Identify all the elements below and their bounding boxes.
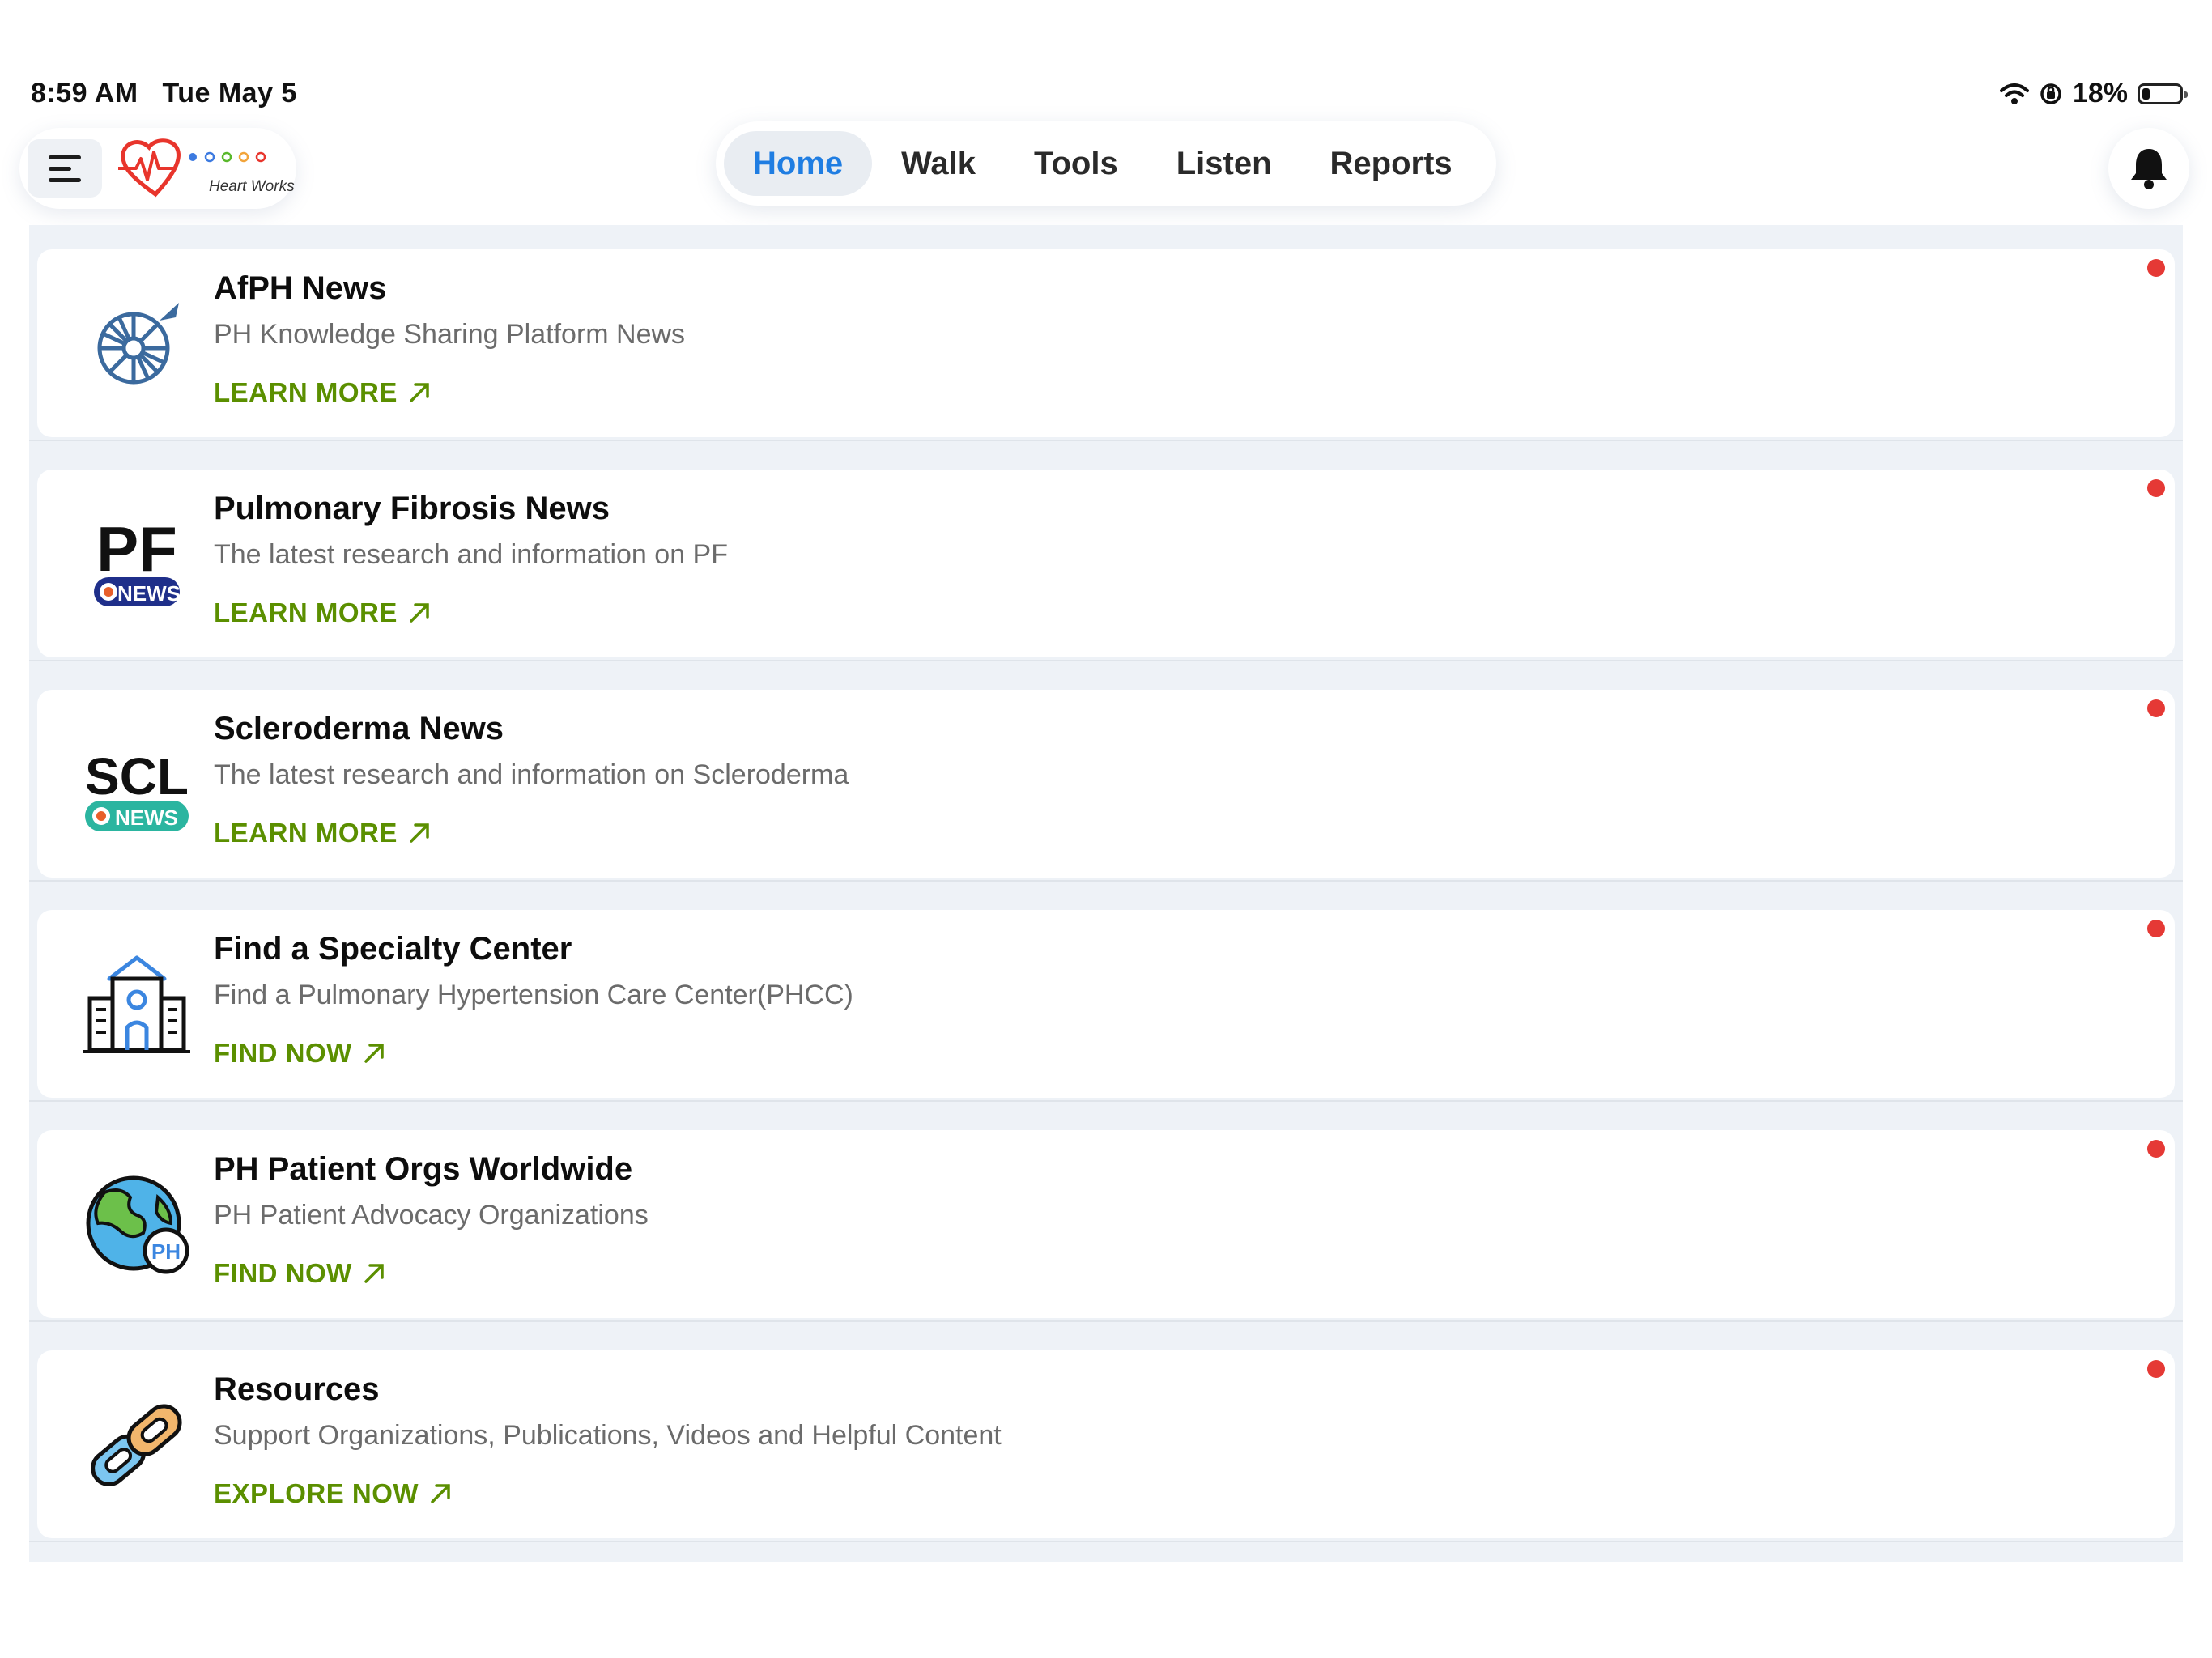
link-label: EXPLORE NOW — [214, 1478, 419, 1508]
scl-news-logo-icon: SCL NEWS — [76, 729, 198, 842]
brand-bar: Heart Works — [19, 128, 296, 209]
pf-logo-text: PF — [96, 513, 177, 585]
card-resources[interactable]: Resources Support Organizations, Publica… — [37, 1350, 2175, 1538]
unread-indicator — [2147, 259, 2165, 277]
card-title: PH Patient Orgs Worldwide — [214, 1151, 633, 1187]
scl-logo-text: SCL — [85, 747, 189, 806]
tab-reports[interactable]: Reports — [1301, 131, 1482, 196]
external-arrow-icon — [410, 823, 429, 843]
link-label: LEARN MORE — [214, 818, 398, 848]
heart-works-logo[interactable]: Heart Works — [117, 136, 295, 201]
find-now-link[interactable]: FIND NOW — [214, 1258, 386, 1289]
external-arrow-icon — [410, 383, 429, 402]
card-title: Pulmonary Fibrosis News — [214, 491, 610, 526]
link-label: FIND NOW — [214, 1038, 352, 1068]
unread-indicator — [2147, 479, 2165, 497]
battery-icon — [2138, 83, 2188, 104]
unread-indicator — [2147, 699, 2165, 717]
external-arrow-icon — [364, 1044, 384, 1063]
ph-badge-text: PH — [151, 1239, 181, 1264]
status-bar-indicators: 18% — [1999, 78, 2188, 109]
card-ph-patient-orgs[interactable]: PH PH Patient Orgs Worldwide PH Patient … — [37, 1130, 2175, 1318]
status-bar-time: 8:59 AM Tue May 5 — [31, 78, 297, 109]
brand-name: Heart Works — [209, 178, 295, 195]
main-tabs: Home Walk Tools Listen Reports — [716, 121, 1496, 206]
learn-more-link[interactable]: LEARN MORE — [214, 377, 432, 408]
card-title: AfPH News — [214, 270, 387, 306]
divider — [29, 660, 2183, 661]
card-subtitle: PH Knowledge Sharing Platform News — [214, 319, 686, 350]
link-label: LEARN MORE — [214, 597, 398, 627]
card-title: Resources — [214, 1371, 380, 1407]
unread-indicator — [2147, 1140, 2165, 1158]
wifi-icon — [1999, 83, 2029, 104]
divider — [29, 1541, 2183, 1542]
card-find-specialty-center[interactable]: Find a Specialty Center Find a Pulmonary… — [37, 910, 2175, 1098]
hospital-building-icon — [76, 949, 198, 1062]
battery-percent: 18% — [2072, 78, 2128, 108]
hamburger-menu-button[interactable] — [28, 139, 102, 198]
chain-link-icon — [76, 1389, 198, 1503]
divider — [29, 440, 2183, 441]
external-arrow-icon — [410, 603, 429, 623]
learn-more-link[interactable]: LEARN MORE — [214, 818, 432, 848]
tab-tools[interactable]: Tools — [1005, 131, 1147, 196]
link-label: FIND NOW — [214, 1258, 352, 1288]
orientation-lock-icon — [2040, 83, 2061, 104]
tab-walk[interactable]: Walk — [872, 131, 1005, 196]
card-scleroderma-news[interactable]: SCL NEWS Scleroderma News The latest res… — [37, 690, 2175, 878]
unread-indicator — [2147, 920, 2165, 937]
tab-listen[interactable]: Listen — [1147, 131, 1301, 196]
divider — [29, 1100, 2183, 1102]
learn-more-link[interactable]: LEARN MORE — [214, 597, 432, 628]
card-title: Find a Specialty Center — [214, 931, 572, 967]
find-now-link[interactable]: FIND NOW — [214, 1038, 386, 1069]
status-time: 8:59 AM — [31, 78, 138, 108]
bell-icon — [2131, 149, 2167, 189]
pf-logo-badge: NEWS — [117, 581, 181, 606]
card-subtitle: Support Organizations, Publications, Vid… — [214, 1420, 1002, 1451]
card-pulmonary-fibrosis-news[interactable]: PF NEWS Pulmonary Fibrosis News The late… — [37, 470, 2175, 657]
afph-logo-icon — [76, 288, 198, 402]
explore-now-link[interactable]: EXPLORE NOW — [214, 1478, 453, 1509]
card-subtitle: Find a Pulmonary Hypertension Care Cente… — [214, 980, 853, 1010]
unread-indicator — [2147, 1360, 2165, 1378]
scl-logo-badge: NEWS — [115, 806, 178, 830]
external-arrow-icon — [364, 1264, 384, 1283]
tab-home[interactable]: Home — [724, 131, 873, 196]
card-subtitle: The latest research and information on P… — [214, 539, 728, 570]
divider — [29, 1320, 2183, 1322]
link-label: LEARN MORE — [214, 377, 398, 407]
globe-icon: PH — [76, 1169, 198, 1282]
status-date: Tue May 5 — [162, 78, 297, 108]
card-subtitle: The latest research and information on S… — [214, 759, 849, 790]
card-afph-news[interactable]: AfPH News PH Knowledge Sharing Platform … — [37, 249, 2175, 437]
pf-news-logo-icon: PF NEWS — [76, 508, 198, 622]
external-arrow-icon — [431, 1484, 450, 1503]
notifications-button[interactable] — [2108, 128, 2189, 209]
card-title: Scleroderma News — [214, 711, 504, 746]
card-subtitle: PH Patient Advocacy Organizations — [214, 1200, 649, 1231]
divider — [29, 880, 2183, 882]
